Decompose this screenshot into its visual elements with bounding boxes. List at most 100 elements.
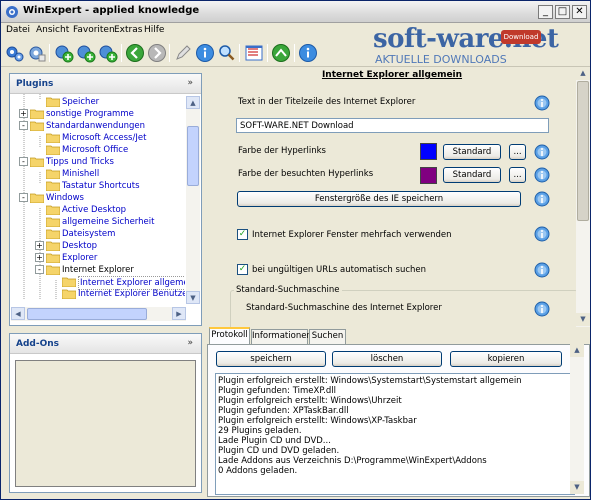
- plugins-pane-header[interactable]: Plugins »: [10, 74, 201, 94]
- copy-log-button[interactable]: kopieren: [450, 351, 562, 367]
- tree-item[interactable]: allgemeine Sicherheit: [10, 216, 185, 228]
- clear-log-button[interactable]: löschen: [332, 351, 442, 367]
- go-icon[interactable]: [271, 43, 291, 63]
- add-blue-icon[interactable]: [76, 43, 96, 63]
- visited-color-picker-button[interactable]: ...: [509, 167, 526, 183]
- close-button[interactable]: ✕: [572, 5, 587, 19]
- info-icon[interactable]: [534, 144, 550, 160]
- log-output[interactable]: Plugin erfolgreich erstellt: Windows\Sys…: [215, 373, 575, 495]
- scroll-thumb[interactable]: [27, 308, 147, 320]
- tree-item-label: Minishell: [62, 169, 100, 179]
- collapse-icon[interactable]: »: [187, 338, 193, 348]
- info-icon[interactable]: [195, 43, 215, 63]
- info-icon[interactable]: [534, 301, 550, 317]
- scroll-left-icon[interactable]: ◀: [11, 307, 25, 320]
- info-icon[interactable]: [534, 95, 550, 111]
- scroll-thumb[interactable]: [577, 81, 589, 221]
- tree-item[interactable]: - Tipps und Tricks: [10, 156, 185, 168]
- collapse-tree-icon[interactable]: -: [35, 265, 44, 274]
- help-icon[interactable]: [298, 43, 318, 63]
- tree-item[interactable]: Internet Explorer allgemein: [10, 276, 185, 290]
- tree-item[interactable]: Tastatur Shortcuts: [10, 180, 185, 192]
- title-bar-text-field[interactable]: SOFT-WARE.NET Download: [236, 118, 549, 133]
- info-icon[interactable]: [534, 262, 550, 278]
- folder-icon: [46, 229, 60, 239]
- log-line: Plugin erfolgreich erstellt: Windows\XP-…: [218, 416, 417, 426]
- menu-hilfe[interactable]: Hilfe: [144, 25, 164, 35]
- log-vertical-scrollbar[interactable]: ▲ ▼: [570, 344, 584, 494]
- list-icon[interactable]: [244, 43, 264, 63]
- menu-favoriten[interactable]: Favoriten: [73, 25, 115, 35]
- tree-item[interactable]: Microsoft Office: [10, 144, 185, 156]
- tab-informationen[interactable]: Informationen: [251, 329, 312, 344]
- addons-pane-header[interactable]: Add-Ons »: [10, 334, 201, 354]
- visited-color-swatch[interactable]: [420, 167, 437, 184]
- tree-item[interactable]: Internet Explorer Benutzer: [10, 288, 185, 300]
- app-icon: [6, 6, 18, 18]
- title-bar[interactable]: WinExpert - applied knowledge _ □ ✕: [1, 1, 590, 23]
- tree-item[interactable]: Active Desktop: [10, 204, 185, 216]
- gear-settings-icon[interactable]: [27, 43, 47, 63]
- tree-item[interactable]: Speicher: [10, 96, 185, 108]
- autosearch-label: bei ungültigen URLs automatisch suchen: [252, 265, 427, 275]
- info-icon[interactable]: [534, 226, 550, 242]
- menu-datei[interactable]: Datei: [6, 25, 30, 35]
- tree-item[interactable]: + sonstige Programme: [10, 108, 185, 120]
- tree-item[interactable]: Minishell: [10, 168, 185, 180]
- folder-icon: [46, 181, 60, 191]
- tree-item[interactable]: - Internet Explorer: [10, 264, 185, 276]
- tree-item[interactable]: Microsoft Access/Jet: [10, 132, 185, 144]
- tree-item[interactable]: - Windows: [10, 192, 185, 204]
- scroll-right-icon[interactable]: ▶: [172, 307, 186, 320]
- search-icon[interactable]: [217, 43, 237, 63]
- scroll-thumb[interactable]: [187, 126, 199, 186]
- save-window-size-button[interactable]: Fenstergröße des IE speichern: [237, 191, 521, 207]
- tree-item[interactable]: - Standardanwendungen: [10, 120, 185, 132]
- tree-item[interactable]: Dateisystem: [10, 228, 185, 240]
- expand-icon[interactable]: +: [19, 109, 28, 118]
- scroll-down-icon[interactable]: ▼: [186, 291, 200, 304]
- forward-arrow-icon[interactable]: [147, 43, 167, 63]
- info-icon[interactable]: [534, 167, 550, 183]
- collapse-icon[interactable]: »: [187, 78, 193, 88]
- expand-icon[interactable]: +: [35, 241, 44, 250]
- menu-ansicht[interactable]: Ansicht: [36, 25, 69, 35]
- link-color-picker-button[interactable]: ...: [509, 144, 526, 160]
- scroll-up-icon[interactable]: ▲: [576, 67, 590, 80]
- log-line: Plugin erfolgreich erstellt: Windows\Uhr…: [218, 396, 402, 406]
- add-cyan-icon[interactable]: [98, 43, 118, 63]
- folder-icon: [46, 253, 60, 263]
- scroll-up-icon[interactable]: ▲: [186, 96, 200, 109]
- link-color-standard-button[interactable]: Standard: [443, 144, 501, 160]
- collapse-tree-icon[interactable]: -: [19, 193, 28, 202]
- back-arrow-icon[interactable]: [125, 43, 145, 63]
- gears-icon[interactable]: [5, 43, 25, 63]
- tree-horizontal-scrollbar[interactable]: ◀ ▶: [11, 307, 186, 321]
- collapse-tree-icon[interactable]: -: [19, 157, 28, 166]
- link-color-swatch[interactable]: [420, 143, 437, 160]
- add-green-icon[interactable]: [54, 43, 74, 63]
- maximize-button[interactable]: □: [555, 5, 570, 19]
- scroll-down-icon[interactable]: ▼: [570, 481, 584, 494]
- tab-strip: Protokoll Informationen Suchen: [207, 327, 590, 344]
- main-window: WinExpert - applied knowledge _ □ ✕ Date…: [0, 0, 591, 500]
- tab-protokoll[interactable]: Protokoll: [209, 327, 250, 344]
- scroll-down-icon[interactable]: ▼: [576, 313, 590, 326]
- minimize-button[interactable]: _: [538, 5, 553, 19]
- tree-item[interactable]: + Desktop: [10, 240, 185, 252]
- scroll-up-icon[interactable]: ▲: [570, 344, 584, 357]
- info-icon[interactable]: [534, 191, 550, 207]
- tree-item[interactable]: + Explorer: [10, 252, 185, 264]
- save-log-button[interactable]: speichern: [216, 351, 326, 367]
- tree-vertical-scrollbar[interactable]: ▲ ▼: [186, 96, 200, 304]
- settings-vertical-scrollbar[interactable]: ▲ ▼: [576, 67, 590, 327]
- tab-suchen[interactable]: Suchen: [309, 329, 346, 344]
- menu-extras[interactable]: Extras: [114, 25, 142, 35]
- collapse-tree-icon[interactable]: -: [19, 121, 28, 130]
- expand-icon[interactable]: +: [35, 253, 44, 262]
- visited-color-standard-button[interactable]: Standard: [443, 167, 501, 183]
- reuse-windows-checkbox[interactable]: ✓: [237, 229, 248, 240]
- pencil-icon[interactable]: [173, 43, 193, 63]
- autosearch-checkbox[interactable]: ✓: [237, 264, 248, 275]
- folder-icon: [46, 145, 60, 155]
